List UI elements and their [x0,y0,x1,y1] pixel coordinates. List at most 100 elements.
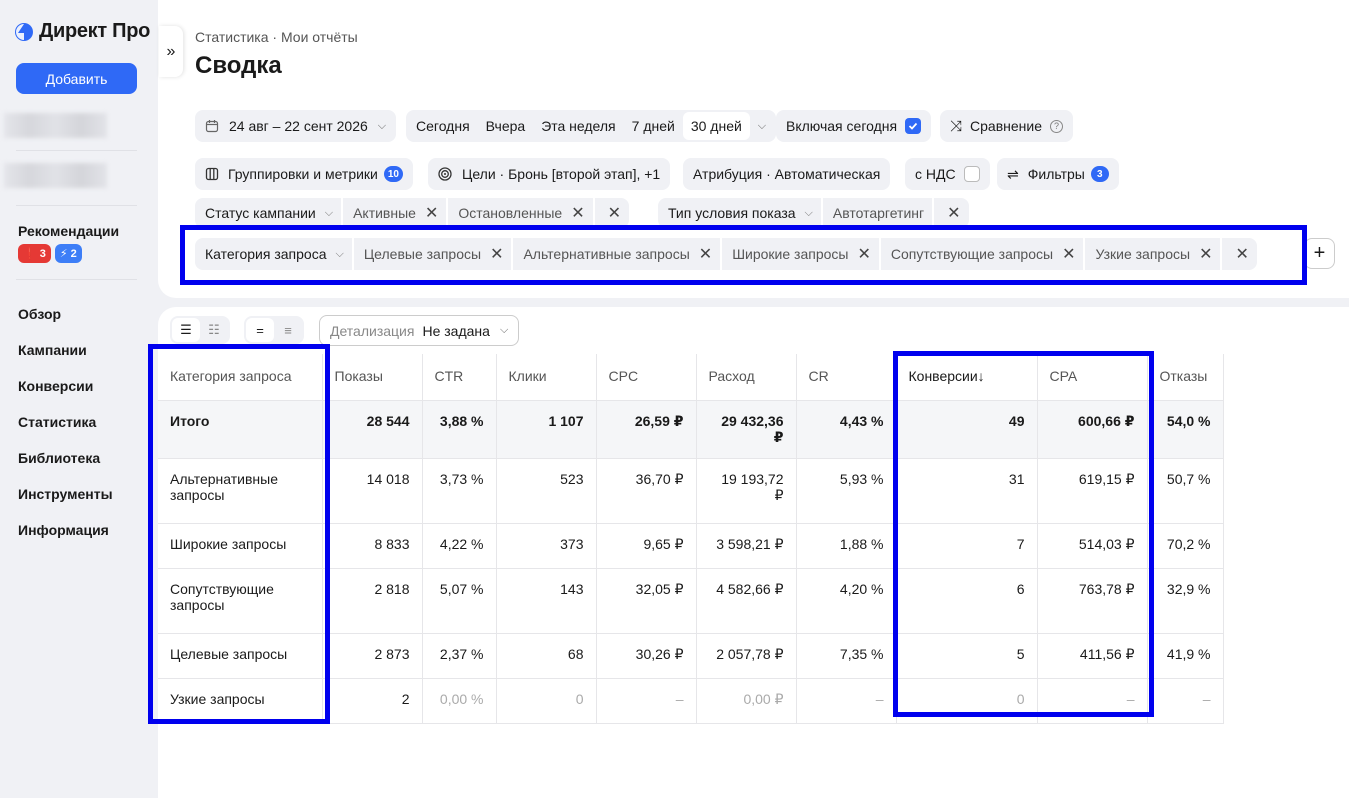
nav-item-tools[interactable]: Инструменты [18,476,113,512]
table-cell: 2,37 % [422,633,497,679]
bolt-badge[interactable]: ⚡ 2 [54,244,82,263]
columns-icon [205,167,219,181]
add-filter-button[interactable]: + [1304,238,1335,269]
period-30-days[interactable]: 30 дней [682,112,750,140]
filters-button[interactable]: ⇌ Фильтры 3 [997,158,1119,190]
col-header[interactable]: CTR [422,354,497,401]
blurred-account[interactable] [4,113,107,138]
table-cell: 2 [322,678,423,724]
filter-remove[interactable]: ✕ [595,198,629,228]
goals-selector[interactable]: Цели · Бронь [второй этап], +1 [428,158,671,190]
add-button[interactable]: Добавить [16,63,137,94]
view-mode-toggle[interactable]: ☰ ☷ [170,316,230,344]
period-today[interactable]: Сегодня [408,118,478,134]
tree-view-icon[interactable]: ☷ [200,318,228,342]
chevron-down-icon: ⌵ [499,324,509,336]
stats-table: Категория запроса Показы CTR Клики CPC Р… [158,354,1224,724]
recommendation-badges[interactable]: ❗ 3 ⚡ 2 [18,244,82,263]
groupings-count: 10 [383,166,403,182]
checkbox-checked-icon[interactable] [905,118,922,134]
plus-icon: + [1313,242,1326,264]
table-cell: – [796,678,897,724]
filter-head[interactable]: Статус кампании ⌵ [195,198,344,228]
col-header[interactable]: CR [796,354,897,401]
attribution-selector[interactable]: Атрибуция · Автоматическая [683,158,891,190]
filter-head[interactable]: Тип условия показа ⌵ [658,198,823,228]
table-cell: 5,07 % [422,568,497,634]
nav-item-overview[interactable]: Обзор [18,296,113,332]
col-header[interactable]: Расход [696,354,797,401]
date-range-picker[interactable]: 24 авг – 22 сент 2026 ⌵ [195,110,397,142]
include-today-toggle[interactable]: Включая сегодня [776,110,932,142]
col-header[interactable]: Категория запроса [158,354,323,401]
table-cell: 32,05 ₽ [596,568,697,634]
vat-label: с НДС [915,166,956,182]
col-header[interactable]: Показы [322,354,423,401]
close-icon[interactable]: ✕ [1062,244,1075,264]
table-cell: 0,00 % [422,678,497,724]
nav-item-conversions[interactable]: Конверсии [18,368,113,404]
blurred-account[interactable] [4,163,107,188]
close-icon[interactable]: ✕ [699,244,712,264]
close-icon[interactable]: ✕ [1199,244,1212,264]
col-header[interactable]: CPC [596,354,697,401]
col-header[interactable]: Отказы [1147,354,1224,401]
alert-badge[interactable]: ❗ 3 [18,244,51,263]
help-icon[interactable]: ? [1050,119,1063,133]
nav-item-statistics[interactable]: Статистика [18,404,113,440]
groupings-button[interactable]: Группировки и метрики 10 [195,158,413,190]
table-row[interactable]: Сопутствующие запросы 2 818 5,07 % 143 3… [158,568,1224,634]
period-yesterday[interactable]: Вчера [478,118,534,134]
filter-chip: Узкие запросы ✕ [1085,238,1223,270]
table-row[interactable]: Широкие запросы 8 833 4,22 % 373 9,65 ₽ … [158,523,1224,569]
close-icon[interactable]: ✕ [1235,244,1248,264]
nav-item-library[interactable]: Библиотека [18,440,113,476]
chevron-down-icon[interactable]: ⌵ [750,120,774,133]
table-cell: Итого [158,400,323,459]
col-header[interactable]: Клики [496,354,597,401]
breadcrumb[interactable]: Статистика · Мои отчёты [195,29,358,45]
checkbox-unchecked-icon[interactable] [963,166,980,182]
table-cell: 4 582,66 ₽ [696,568,797,634]
table-cell: 41,9 % [1147,633,1224,679]
recommendations-label[interactable]: Рекомендации [18,223,119,239]
density-toggle[interactable]: = ≡ [244,316,304,344]
close-icon[interactable]: ✕ [857,244,870,264]
filter-chip: Альтернативные запросы ✕ [513,238,723,270]
chip-label: Альтернативные запросы [523,246,690,262]
period-this-week[interactable]: Эта неделя [533,118,623,134]
nav-item-info[interactable]: Информация [18,512,113,548]
close-icon[interactable]: ✕ [608,203,621,223]
compare-button[interactable]: ⤨ Сравнение ? [940,110,1073,142]
col-header-sorted[interactable]: Конверсии↓ [896,354,1038,401]
comfortable-density-icon[interactable]: ≡ [274,318,302,342]
close-icon[interactable]: ✕ [571,203,584,223]
close-icon[interactable]: ✕ [947,203,960,223]
chevron-down-icon: ⌵ [377,119,387,132]
col-header[interactable]: CPA [1037,354,1148,401]
table-cell: Широкие запросы [158,523,323,569]
close-icon[interactable]: ✕ [490,244,503,264]
list-view-icon[interactable]: ☰ [172,318,200,342]
compact-density-icon[interactable]: = [246,318,274,342]
logo[interactable]: Директ Про [14,20,150,43]
expand-sidebar-button[interactable]: » [159,26,183,77]
table-row[interactable]: Узкие запросы 2 0,00 % 0 – 0,00 ₽ – 0 – … [158,678,1224,724]
table-cell: 1 107 [496,400,597,459]
sidebar: Директ Про Добавить Рекомендации ❗ 3 ⚡ 2… [0,0,158,798]
filter-head[interactable]: Категория запроса ⌵ [195,238,354,270]
table-row[interactable]: Альтернативные запросы 14 018 3,73 % 523… [158,458,1224,524]
table-cell: 7,35 % [796,633,897,679]
table-cell: 31 [896,458,1038,524]
filter-remove[interactable]: ✕ [1222,238,1256,270]
period-7-days[interactable]: 7 дней [624,118,683,134]
vat-toggle[interactable]: с НДС [905,158,990,190]
close-icon[interactable]: ✕ [425,203,438,223]
nav-item-campaigns[interactable]: Кампании [18,332,113,368]
table-cell: 28 544 [322,400,423,459]
double-chevron-right-icon: » [166,42,176,60]
table-row[interactable]: Целевые запросы 2 873 2,37 % 68 30,26 ₽ … [158,633,1224,679]
detail-selector[interactable]: Детализация Не задана ⌵ [319,315,520,346]
filter-remove[interactable]: ✕ [934,198,968,228]
period-selector[interactable]: Сегодня Вчера Эта неделя 7 дней 30 дней … [406,110,777,142]
